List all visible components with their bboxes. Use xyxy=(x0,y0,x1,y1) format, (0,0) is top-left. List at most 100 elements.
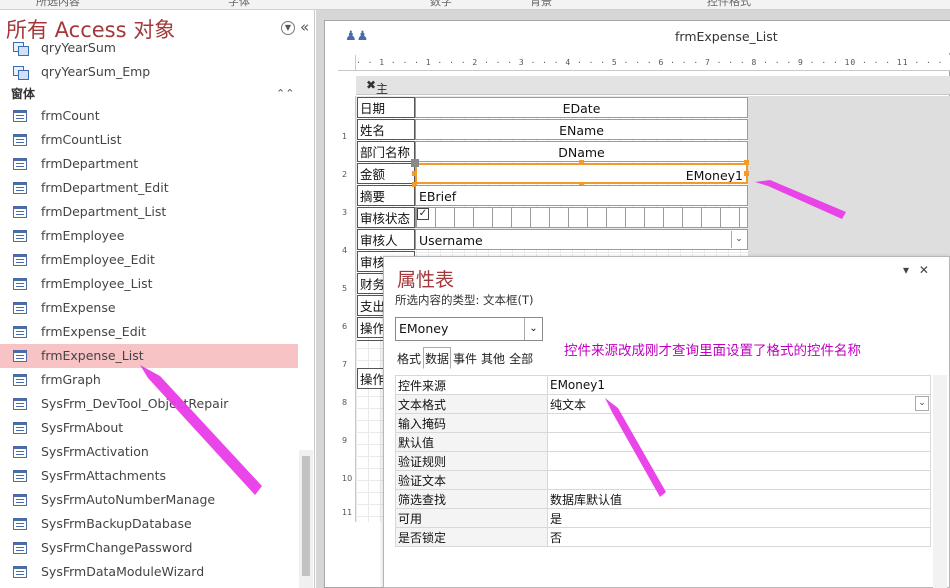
property-row[interactable]: 验证文本 xyxy=(395,470,931,490)
tab-event[interactable]: 事件 xyxy=(451,347,479,369)
property-row[interactable]: 可用是 xyxy=(395,508,931,528)
nav-item-form[interactable]: SysFrmActivation xyxy=(0,440,298,464)
nav-item-form[interactable]: frmGraph xyxy=(0,368,298,392)
move-handle[interactable] xyxy=(411,159,419,167)
property-sheet-title: 属性表 xyxy=(397,269,455,291)
combo-username[interactable]: Username ⌄ xyxy=(415,229,748,250)
property-row[interactable]: 输入掩码 xyxy=(395,413,931,433)
property-value[interactable] xyxy=(547,470,931,490)
close-icon[interactable]: ✕ xyxy=(919,263,929,277)
property-grid: 控件来源 EMoney1 文本格式 纯文本 ⌄ 输入掩码 默认值 验证规则 验证文本 … xyxy=(395,375,931,547)
property-value[interactable]: 纯文本 ⌄ xyxy=(547,394,931,414)
tab-other[interactable]: 其他 xyxy=(479,347,507,369)
chevron-up-icon[interactable]: ⌃⌃ xyxy=(276,84,294,104)
nav-item-form[interactable]: SysFrmBackupDatabase xyxy=(0,512,298,536)
resize-handle-top-right[interactable] xyxy=(744,160,749,165)
nav-scrollbar[interactable] xyxy=(299,450,313,588)
form-icon xyxy=(13,206,27,218)
nav-item-form[interactable]: frmDepartment_List xyxy=(0,200,298,224)
nav-item-form[interactable]: frmDepartment xyxy=(0,152,298,176)
label-name[interactable]: 姓名 xyxy=(357,119,415,140)
ribbon-group-control-format[interactable]: 控件格式 xyxy=(707,0,751,9)
resize-handle-left[interactable] xyxy=(412,171,417,176)
chevron-down-circle-icon[interactable]: ▼ xyxy=(281,21,295,35)
property-value[interactable] xyxy=(547,432,931,452)
property-row[interactable]: 是否锁定否 xyxy=(395,527,931,547)
property-row[interactable]: 验证规则 xyxy=(395,451,931,471)
property-sheet-scrollbar[interactable] xyxy=(933,375,947,588)
chevron-down-icon[interactable]: ⌄ xyxy=(524,318,542,340)
property-value[interactable] xyxy=(547,413,931,433)
nav-item-form[interactable]: frmDepartment_Edit xyxy=(0,176,298,200)
nav-item-form[interactable]: SysFrmDataModuleWizard xyxy=(0,560,298,584)
nav-group-forms[interactable]: 窗体 ⌃⌃ xyxy=(0,84,298,104)
collapse-pane-button[interactable]: « xyxy=(300,18,309,36)
nav-item-form[interactable]: frmExpense xyxy=(0,296,298,320)
resize-handle-right[interactable] xyxy=(744,171,749,176)
nav-item-form[interactable]: SysFrmAttachments xyxy=(0,464,298,488)
tab-format[interactable]: 格式 xyxy=(395,347,423,369)
label-review-status[interactable]: 审核状态 xyxy=(357,207,415,228)
form-icon xyxy=(13,422,27,434)
ribbon-group-font[interactable]: 字体 xyxy=(228,0,250,9)
form-icon xyxy=(13,182,27,194)
ribbon-group-background[interactable]: 背景 xyxy=(530,0,552,9)
nav-item-form[interactable]: frmCountList xyxy=(0,128,298,152)
control-selector-dropdown[interactable]: EMoney ⌄ xyxy=(395,317,543,341)
textbox-edate[interactable]: EDate xyxy=(415,97,748,118)
chevron-down-icon[interactable]: ▾ xyxy=(903,263,909,277)
nav-scrollbar-thumb[interactable] xyxy=(302,456,310,576)
nav-item-form[interactable]: SysFrm_DevTool_ObjectRepair xyxy=(0,392,298,416)
textbox-ename[interactable]: EName xyxy=(415,119,748,140)
property-name: 文本格式 xyxy=(395,394,548,414)
label-reviewer[interactable]: 审核人 xyxy=(357,229,415,250)
property-row[interactable]: 控件来源 EMoney1 xyxy=(395,375,931,395)
review-status-checkbox[interactable]: ✓ xyxy=(417,208,429,220)
ribbon-group-selection[interactable]: 所选内容 xyxy=(36,0,80,9)
selection-type-label: 所选内容的类型: 文本框(T) xyxy=(395,293,534,307)
vertical-ruler[interactable]: 1 2 3 4 5 6 7 8 9 10 11 xyxy=(338,96,356,522)
property-row[interactable]: 筛选查找 数据库默认值 xyxy=(395,489,931,509)
chevron-down-icon[interactable]: ⌄ xyxy=(915,396,929,411)
tab-all[interactable]: 全部 xyxy=(507,347,535,369)
chevron-down-icon[interactable]: ⌄ xyxy=(731,231,746,248)
nav-item-form[interactable]: frmEmployee_Edit xyxy=(0,248,298,272)
property-value[interactable]: 数据库默认值 xyxy=(547,489,931,509)
label-date[interactable]: 日期 xyxy=(357,97,415,118)
form-selector[interactable] xyxy=(338,55,356,71)
resize-handle-top[interactable] xyxy=(579,160,584,165)
ribbon-group-number[interactable]: 数字 xyxy=(430,0,452,9)
nav-item-form[interactable]: frmCount xyxy=(0,104,298,128)
nav-item-form[interactable]: frmExpense_Edit xyxy=(0,320,298,344)
form-icon xyxy=(13,542,27,554)
form-window-titlebar: ♟♟ frmExpense_List xyxy=(325,21,950,53)
navigation-pane: 所有 Access 对象 ▼ « qryYearSum qryYearSum_E… xyxy=(0,10,315,588)
nav-item-query[interactable]: qryYearSum_Emp xyxy=(0,60,298,84)
property-name: 筛选查找 xyxy=(395,489,548,509)
nav-item-form[interactable]: SysFrmChangePassword xyxy=(0,536,298,560)
nav-item-form-selected[interactable]: frmExpense_List xyxy=(0,344,298,368)
form-icon xyxy=(13,326,27,338)
nav-item-query[interactable]: qryYearSum xyxy=(0,36,298,60)
nav-item-form[interactable]: frmEmployee xyxy=(0,224,298,248)
property-row[interactable]: 文本格式 纯文本 ⌄ xyxy=(395,394,931,414)
nav-item-form[interactable]: frmEmployee_List xyxy=(0,272,298,296)
tab-data[interactable]: 数据 xyxy=(423,347,452,369)
form-icon xyxy=(13,230,27,242)
nav-item-form[interactable]: SysFrmAutoNumberManage xyxy=(0,488,298,512)
nav-item-form[interactable]: SysFrmAbout xyxy=(0,416,298,440)
horizontal-ruler[interactable]: · · 1 · · · 1 · · · 2 · · · 3 · · · 4 · … xyxy=(356,55,950,71)
textbox-dname[interactable]: DName xyxy=(415,141,748,162)
property-value[interactable]: 是 xyxy=(547,508,931,528)
textbox-emoney-selected[interactable]: EMoney1 xyxy=(415,163,748,184)
label-amount[interactable]: 金额 xyxy=(357,163,415,184)
detail-section-bar[interactable]: ✖ 主体 xyxy=(356,76,950,113)
property-row[interactable]: 默认值 xyxy=(395,432,931,452)
form-window-title: frmExpense_List xyxy=(675,29,778,44)
textbox-ebrief[interactable]: EBrief xyxy=(415,185,748,206)
label-department[interactable]: 部门名称 xyxy=(357,141,415,162)
property-value[interactable]: EMoney1 xyxy=(547,375,931,395)
property-value[interactable] xyxy=(547,451,931,471)
label-brief[interactable]: 摘要 xyxy=(357,185,415,206)
property-value[interactable]: 否 xyxy=(547,527,931,547)
